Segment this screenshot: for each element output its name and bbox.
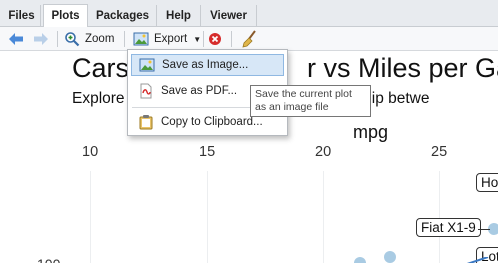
save-as-image-label: Save as Image... bbox=[162, 59, 249, 71]
tab-viewer[interactable]: Viewer bbox=[201, 5, 257, 27]
label-leader-line bbox=[478, 229, 490, 230]
plots-toolbar: Zoom Export ▼ bbox=[0, 27, 498, 51]
tab-packages[interactable]: Packages bbox=[89, 5, 157, 27]
gridline bbox=[90, 171, 91, 263]
toolbar-divider bbox=[203, 31, 204, 47]
tab-packages-label: Packages bbox=[95, 10, 150, 22]
tab-help[interactable]: Help bbox=[157, 5, 201, 27]
broom-icon bbox=[242, 30, 256, 48]
clear-all-plots-button[interactable] bbox=[240, 30, 258, 48]
export-button[interactable]: Export ▼ bbox=[133, 30, 201, 48]
toolbar-divider bbox=[124, 31, 125, 47]
tab-viewer-label: Viewer bbox=[210, 10, 247, 22]
plot-subtitle-left: Explore bbox=[72, 90, 125, 107]
back-arrow-button[interactable] bbox=[8, 30, 24, 48]
plot-title-left: Cars bbox=[72, 53, 130, 83]
x-tick-label: 15 bbox=[199, 144, 216, 160]
point-label: Ho bbox=[476, 173, 498, 192]
export-label: Export bbox=[154, 33, 188, 45]
save-as-image-item[interactable]: Save as Image... bbox=[131, 54, 284, 76]
save-as-pdf-label: Save as PDF... bbox=[161, 85, 238, 97]
remove-plot-icon bbox=[209, 33, 221, 45]
point-label: Fiat X1-9 bbox=[416, 218, 481, 237]
tab-files-label: Files bbox=[8, 10, 35, 22]
x-tick-label: 25 bbox=[431, 144, 448, 160]
clipboard-icon bbox=[139, 115, 153, 130]
back-arrow-icon bbox=[9, 33, 23, 45]
tab-help-label: Help bbox=[166, 10, 191, 22]
data-point[interactable] bbox=[384, 251, 396, 263]
toolbar-divider bbox=[231, 31, 232, 47]
gridline bbox=[439, 171, 440, 263]
forward-arrow-icon bbox=[34, 33, 48, 45]
remove-plot-button[interactable] bbox=[208, 30, 222, 48]
gridline bbox=[323, 171, 324, 263]
tooltip-line: as an image file bbox=[255, 101, 329, 113]
zoom-label: Zoom bbox=[85, 33, 115, 45]
y-tick-label: 100 bbox=[37, 256, 60, 263]
tooltip-line: Save the current plot bbox=[255, 88, 352, 100]
toolbar-divider bbox=[57, 31, 58, 47]
forward-arrow-button[interactable] bbox=[33, 30, 49, 48]
pane-tab-bar: Files Plots Packages Help Viewer bbox=[0, 0, 498, 28]
plot-title-right: r vs Miles per Gal bbox=[307, 53, 498, 83]
pdf-icon bbox=[140, 83, 152, 99]
x-tick-label: 10 bbox=[82, 144, 99, 160]
export-image-icon bbox=[133, 32, 149, 46]
data-point[interactable] bbox=[354, 257, 366, 263]
save-image-tooltip: Save the current plot as an image file bbox=[250, 85, 371, 117]
zoom-button[interactable]: Zoom bbox=[64, 30, 114, 48]
zoom-magnifier-icon bbox=[65, 32, 80, 47]
tab-plots-label: Plots bbox=[51, 10, 80, 22]
x-axis-title: mpg bbox=[353, 122, 389, 142]
tab-plots[interactable]: Plots bbox=[43, 4, 88, 28]
gridline bbox=[207, 171, 208, 263]
tab-files[interactable]: Files bbox=[3, 5, 41, 27]
label-leader-line bbox=[466, 257, 489, 263]
x-tick-label: 20 bbox=[315, 144, 332, 160]
copy-to-clipboard-label: Copy to Clipboard... bbox=[161, 116, 263, 128]
image-icon bbox=[139, 58, 155, 72]
chevron-down-icon: ▼ bbox=[193, 34, 202, 44]
